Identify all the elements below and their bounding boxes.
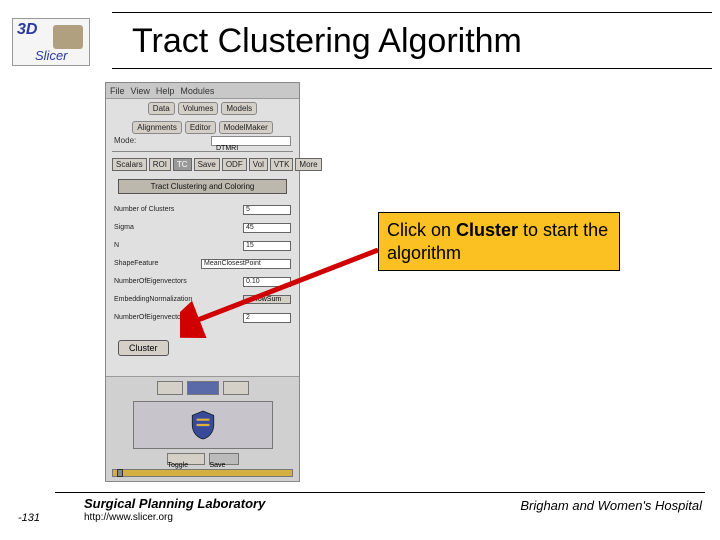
n-input[interactable]: 15 (243, 241, 291, 251)
norm-button[interactable]: RowSum (243, 295, 291, 304)
module-row-1: Data Volumes Models (106, 99, 299, 118)
shape-label: ShapeFeature (114, 260, 201, 267)
parameter-form: Number of Clusters5 Sigma45 N15 ShapeFea… (106, 198, 299, 332)
footer-hospital: Brigham and Women's Hospital (520, 498, 702, 513)
models-button[interactable]: Models (221, 102, 257, 115)
eig-input[interactable]: 0.10 (243, 277, 291, 287)
alignments-button[interactable]: Alignments (132, 121, 182, 134)
eig-label: NumberOfEigenvectors (114, 278, 243, 285)
tab-more[interactable]: More (295, 158, 321, 171)
sigma-input[interactable]: 45 (243, 223, 291, 233)
menu-view[interactable]: View (131, 86, 150, 96)
shield-icon (190, 410, 216, 440)
menubar: File View Help Modules (106, 83, 299, 99)
logo-graphic-icon (53, 25, 83, 49)
credits-panel: Toggle Save (106, 376, 299, 481)
credits-btn-1[interactable] (157, 381, 183, 395)
shape-input[interactable]: MeanClosestPoint (201, 259, 291, 269)
module-row-2: Alignments Editor ModelMaker (106, 118, 299, 137)
slider-knob-icon[interactable] (117, 469, 123, 477)
menu-file[interactable]: File (110, 86, 125, 96)
callout-pre: Click on (387, 220, 456, 240)
logo-text-3d: 3D (17, 21, 37, 39)
credits-btn-2[interactable] (187, 381, 219, 395)
header-rule-top (112, 12, 712, 13)
footer-lab: Surgical Planning Laboratory (84, 496, 265, 511)
mode-row: Mode: DTMRI (106, 137, 299, 149)
credits-slider[interactable] (112, 469, 293, 477)
tab-tc[interactable]: TC (173, 158, 192, 171)
logo-text-slicer: Slicer (35, 48, 68, 63)
tab-vtk[interactable]: VTK (270, 158, 294, 171)
clusters-input[interactable]: 5 (243, 205, 291, 215)
norm-label: EmbeddingNormalization (114, 296, 243, 303)
tab-row: Scalars ROI TC Save ODF Vol VTK More (106, 154, 299, 175)
instruction-callout: Click on Cluster to start the algorithm (378, 212, 620, 271)
mode-label: Mode: (114, 136, 136, 145)
footer-rule (55, 492, 705, 493)
menu-modules[interactable]: Modules (180, 86, 214, 96)
header-rule-bottom (112, 68, 712, 69)
credits-btn-3[interactable] (223, 381, 249, 395)
credits-emblem (133, 401, 273, 449)
page-number: -131 (18, 512, 40, 524)
editor-button[interactable]: Editor (185, 121, 216, 134)
mode-select[interactable]: DTMRI (211, 136, 291, 146)
slide-title: Tract Clustering Algorithm (132, 22, 522, 61)
cluster-area: Cluster (106, 332, 299, 362)
slicer-logo: 3D Slicer (12, 18, 90, 66)
cluster-button[interactable]: Cluster (118, 340, 169, 356)
panel-divider (112, 151, 293, 152)
callout-bold: Cluster (456, 220, 518, 240)
n-label: N (114, 242, 243, 249)
clusters-label: Number of Clusters (114, 206, 243, 213)
slicer-ui-panel: File View Help Modules Data Volumes Mode… (105, 82, 300, 482)
modelmaker-button[interactable]: ModelMaker (219, 121, 273, 134)
menu-help[interactable]: Help (156, 86, 175, 96)
tab-roi[interactable]: ROI (149, 158, 171, 171)
tract-clustering-header-button[interactable]: Tract Clustering and Coloring (118, 179, 287, 194)
tab-odf[interactable]: ODF (222, 158, 247, 171)
data-button[interactable]: Data (148, 102, 175, 115)
tab-save[interactable]: Save (194, 158, 220, 171)
slide-header: 3D Slicer Tract Clustering Algorithm (12, 10, 720, 72)
toggle-button[interactable]: Toggle (167, 453, 205, 465)
tab-scalars[interactable]: Scalars (112, 158, 147, 171)
save-credits-button[interactable]: Save (209, 453, 239, 465)
sigma-label: Sigma (114, 224, 243, 231)
tab-vol[interactable]: Vol (249, 158, 268, 171)
footer-url: http://www.slicer.org (84, 512, 173, 523)
eigsys-input[interactable]: 2 (243, 313, 291, 323)
volumes-button[interactable]: Volumes (178, 102, 219, 115)
eigsys-label: NumberOfEigenvectors (114, 314, 243, 321)
